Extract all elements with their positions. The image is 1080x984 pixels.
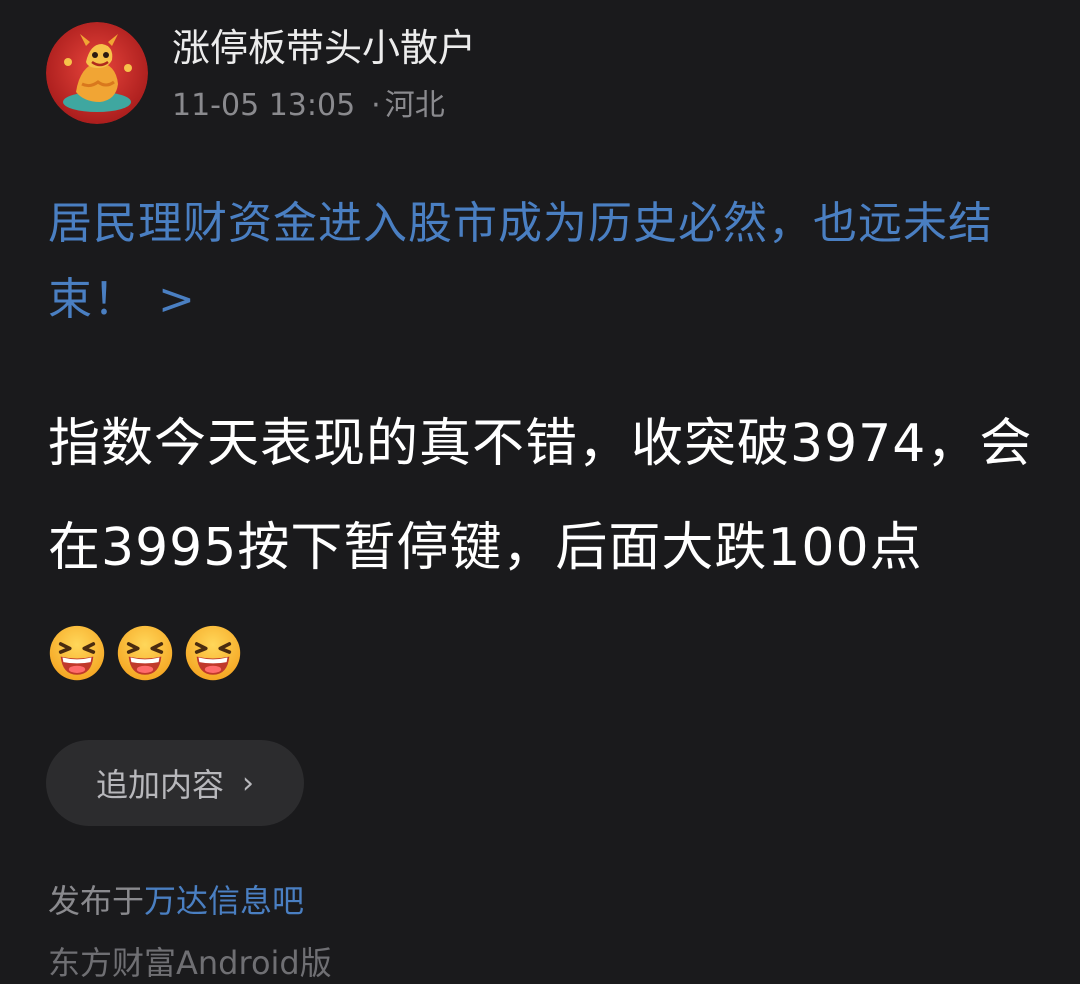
grinning-squinting-face-icon [185,625,241,681]
post-source: 东方财富Android版 [48,944,332,982]
post-title-link[interactable]: 居民理财资金进入股市成为历史必然，也远未结束！ > [48,186,1038,338]
post-timestamp: 11-05 13:05 [172,88,356,123]
post-content: 指数今天表现的真不错，收突破3974，会在3995按下暂停键，后面大跌100点 [48,392,1043,707]
post-header: 涨停板带头小散户 11-05 13:05 · 河北 [46,22,1036,132]
add-content-label: 追加内容 [95,766,224,804]
chevron-right-icon: › [242,765,254,801]
add-content-button[interactable]: 追加内容 › [46,740,304,826]
grinning-squinting-face-icon [49,625,105,681]
post-location: 河北 [384,88,445,123]
meta-separator: · [371,88,381,123]
published-prefix: 发布于 [48,882,145,920]
post-content-text: 指数今天表现的真不错，收突破3974，会在3995按下暂停键，后面大跌100点 [48,414,1033,578]
author-name[interactable]: 涨停板带头小散户 [172,26,476,70]
published-in: 发布于万达信息吧 [48,876,304,922]
avatar[interactable] [46,22,148,124]
post-meta: 11-05 13:05 · 河北 [172,88,445,124]
dragon-avatar-icon [46,22,148,124]
chevron-right-icon: > [158,274,196,325]
emoji-row [48,603,252,707]
forum-link[interactable]: 万达信息吧 [144,882,304,920]
grinning-squinting-face-icon [117,625,173,681]
